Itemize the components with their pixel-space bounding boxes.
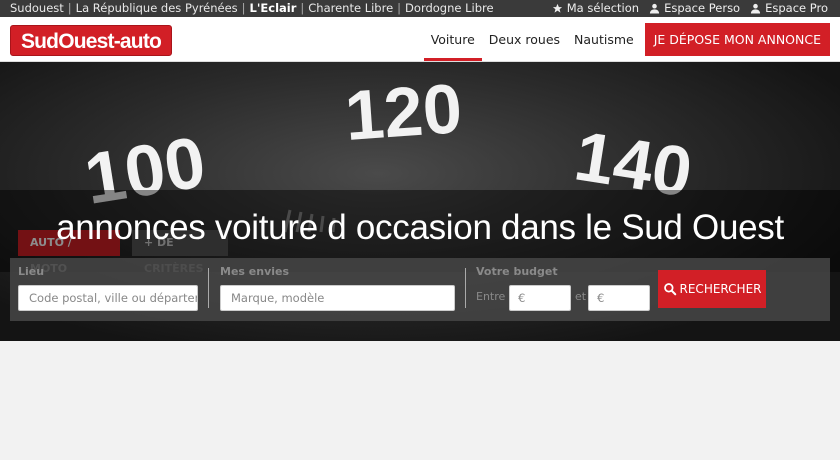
divider — [208, 268, 209, 308]
separator: | — [397, 1, 402, 15]
budget-min-input[interactable]: € — [509, 285, 571, 311]
site-link-charente[interactable]: Charente Libre — [308, 1, 393, 15]
budget-label: Votre budget — [476, 265, 558, 278]
search-icon — [663, 283, 676, 296]
site-link-eclair[interactable]: L'Eclair — [250, 1, 297, 15]
nav-item-nautisme[interactable]: Nautisme — [567, 23, 641, 56]
espace-perso-label: Espace Perso — [664, 1, 741, 15]
post-ad-button[interactable]: JE DÉPOSE MON ANNONCE — [644, 23, 830, 56]
search-panel: Lieu Code postal, ville ou département M… — [10, 258, 830, 321]
wishes-label: Mes envies — [220, 265, 290, 278]
page-title: annonces voiture d occasion dans le Sud … — [56, 208, 784, 247]
hero-banner: 100 120 140 AUTO / MOTO + DE CRITÈRES an… — [0, 62, 840, 341]
budget-and-text: et — [575, 290, 587, 303]
nav-item-voiture[interactable]: Voiture — [423, 23, 482, 61]
budget-max-input[interactable]: € — [588, 285, 650, 311]
main-nav: Voiture Deux roues Nautisme JE DÉPOSE MO… — [423, 23, 830, 61]
site-logo[interactable]: SudOuest-auto — [10, 25, 172, 56]
budget-between-text: Entre — [476, 290, 506, 303]
espace-pro-label: Espace Pro — [765, 1, 828, 15]
network-bar: Sudouest | La République des Pyrénées | L'Ec… — [0, 0, 840, 17]
site-link-dordogne[interactable]: Dordogne Libre — [405, 1, 494, 15]
separator: | — [241, 1, 246, 15]
user-icon — [649, 3, 660, 14]
site-header: SudOuest-auto Voiture Deux roues Nautism… — [0, 17, 840, 62]
account-tools: Ma sélection Espace Perso Espace Pro — [552, 0, 828, 17]
site-link-sudouest[interactable]: Sudouest — [10, 1, 64, 15]
espace-pro-link[interactable]: Espace Pro — [750, 0, 828, 17]
my-selection-label: Ma sélection — [566, 1, 640, 15]
divider — [465, 268, 466, 308]
location-input[interactable]: Code postal, ville ou département — [18, 285, 198, 311]
search-button-label: RECHERCHER — [679, 282, 762, 296]
location-label: Lieu — [18, 265, 45, 278]
user-icon — [751, 3, 761, 14]
site-link-republique[interactable]: La République des Pyrénées — [76, 1, 238, 15]
my-selection-link[interactable]: Ma sélection — [552, 0, 639, 17]
star-icon — [552, 3, 562, 13]
separator: | — [300, 1, 305, 15]
speedometer-number: 120 — [342, 69, 465, 155]
make-model-input[interactable]: Marque, modèle — [220, 285, 455, 311]
espace-perso-link[interactable]: Espace Perso — [649, 0, 740, 17]
search-button[interactable]: RECHERCHER — [658, 270, 766, 308]
separator: | — [67, 1, 72, 15]
network-sites: Sudouest | La République des Pyrénées | L'Ec… — [10, 0, 494, 17]
nav-item-deux-roues[interactable]: Deux roues — [482, 23, 567, 56]
